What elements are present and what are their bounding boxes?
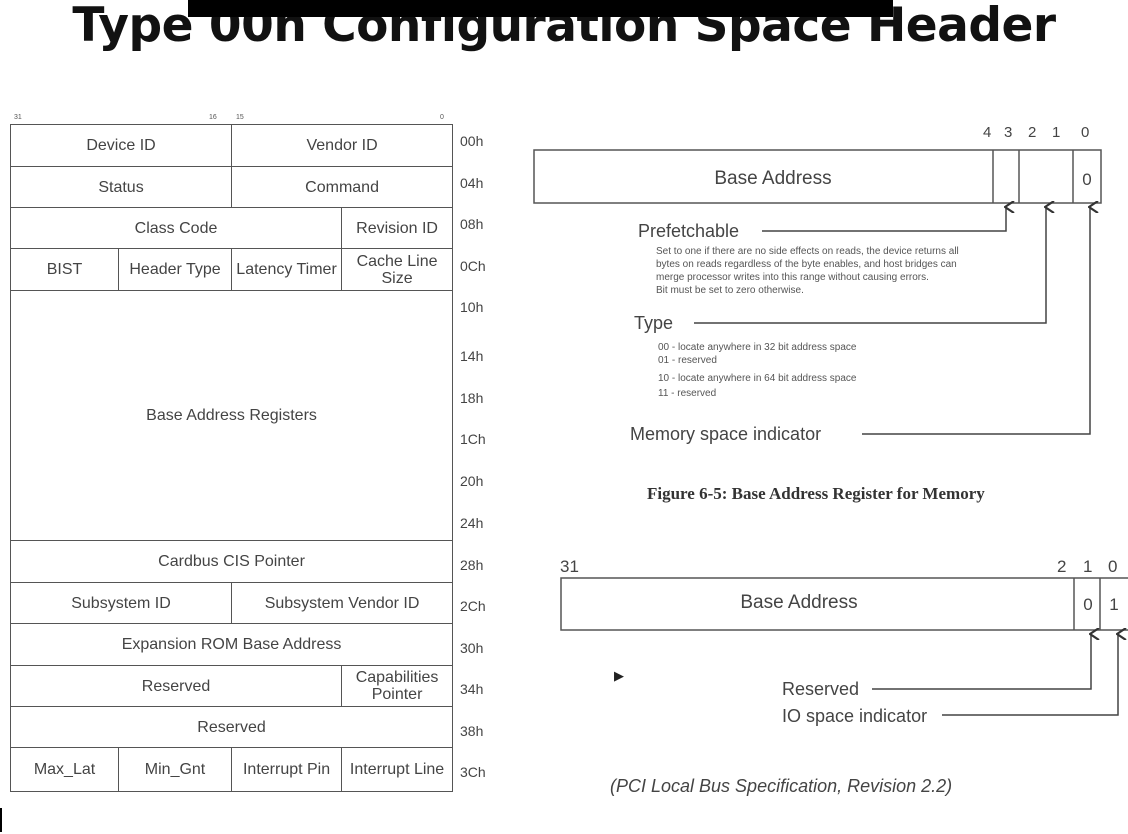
memory-figure-caption: Figure 6-5: Base Address Register for Me… (647, 484, 985, 503)
io-bit1-value: 0 (1083, 595, 1092, 614)
mem-base-address-label: Base Address (714, 168, 831, 189)
io-space-indicator-label: IO space indicator (782, 706, 927, 726)
prefetch-desc-1: Set to one if there are no side effects … (656, 246, 959, 257)
mem-bit-1: 1 (1052, 124, 1060, 141)
mem-bit0-value: 0 (1082, 170, 1091, 189)
type-desc-4: 11 - reserved (658, 388, 716, 399)
type-desc-2: 01 - reserved (658, 355, 717, 366)
io-bit-1: 1 (1083, 557, 1092, 576)
prefetchable-label: Prefetchable (638, 221, 739, 241)
prefetch-desc-4: Bit must be set to zero otherwise. (656, 285, 804, 296)
edge-mark (0, 808, 2, 832)
type-desc-3: 10 - locate anywhere in 64 bit address s… (658, 373, 857, 384)
io-reserved-label: Reserved (782, 679, 859, 699)
type-desc-1: 00 - locate anywhere in 32 bit address s… (658, 342, 857, 353)
io-base-address-label: Base Address (740, 592, 857, 613)
prefetch-desc-2: bytes on reads regardless of the byte en… (656, 259, 957, 270)
prefetch-desc-3: merge processor writes into this range w… (656, 272, 929, 283)
io-bit-2: 2 (1057, 557, 1066, 576)
io-bit0-value: 1 (1109, 595, 1118, 614)
memory-indicator-label: Memory space indicator (630, 424, 821, 444)
io-bit-31: 31 (560, 557, 579, 576)
memory-bar-diagram: 4 3 2 1 0 Base Address 0 Prefetchable Se… (533, 124, 1102, 503)
mem-bit-2: 2 (1028, 124, 1036, 141)
type-label: Type (634, 313, 673, 333)
mouse-cursor-icon: ▶ (614, 668, 624, 683)
citation: (PCI Local Bus Specification, Revision 2… (610, 776, 952, 796)
mem-bit-0: 0 (1081, 124, 1089, 141)
io-bit-0: 0 (1108, 557, 1117, 576)
bar-diagrams: 4 3 2 1 0 Base Address 0 Prefetchable Se… (533, 124, 1128, 796)
mem-bit-4: 4 (983, 124, 991, 141)
io-bar-diagram: 31 2 1 0 Base Address 0 1 Reserved IO sp… (560, 557, 1128, 726)
mem-bit-3: 3 (1004, 124, 1012, 141)
